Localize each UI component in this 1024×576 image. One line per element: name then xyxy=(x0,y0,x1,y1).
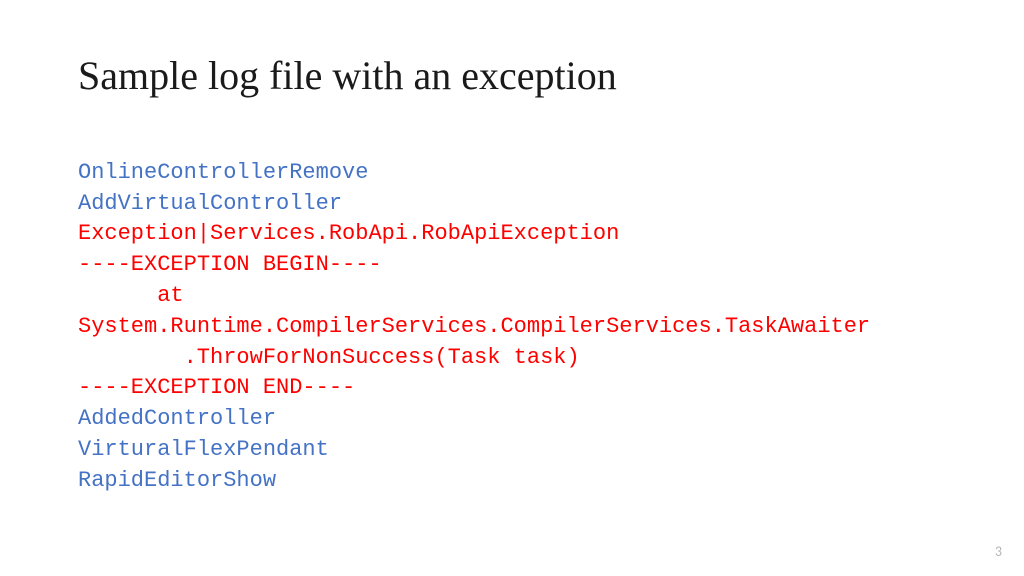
log-line: AddVirtualController xyxy=(78,191,342,216)
log-line-exception: Exception|Services.RobApi.RobApiExceptio… xyxy=(78,221,619,246)
log-line: AddedController xyxy=(78,406,276,431)
page-number: 3 xyxy=(995,543,1002,560)
log-line: RapidEditorShow xyxy=(78,468,276,493)
log-line-stack: at xyxy=(118,281,184,312)
log-line: VirturalFlexPendant xyxy=(78,437,329,462)
log-block: OnlineControllerRemove AddVirtualControl… xyxy=(78,127,946,497)
slide-title: Sample log file with an exception xyxy=(78,52,946,99)
log-line-exception-end: ----EXCEPTION END---- xyxy=(78,375,355,400)
slide: Sample log file with an exception Online… xyxy=(0,0,1024,497)
log-line-exception-begin: ----EXCEPTION BEGIN---- xyxy=(78,252,382,277)
log-line: OnlineControllerRemove xyxy=(78,160,368,185)
log-line-stack: System.Runtime.CompilerServices.Compiler… xyxy=(78,314,870,339)
log-line-stack: .ThrowForNonSuccess(Task task) xyxy=(131,343,580,374)
